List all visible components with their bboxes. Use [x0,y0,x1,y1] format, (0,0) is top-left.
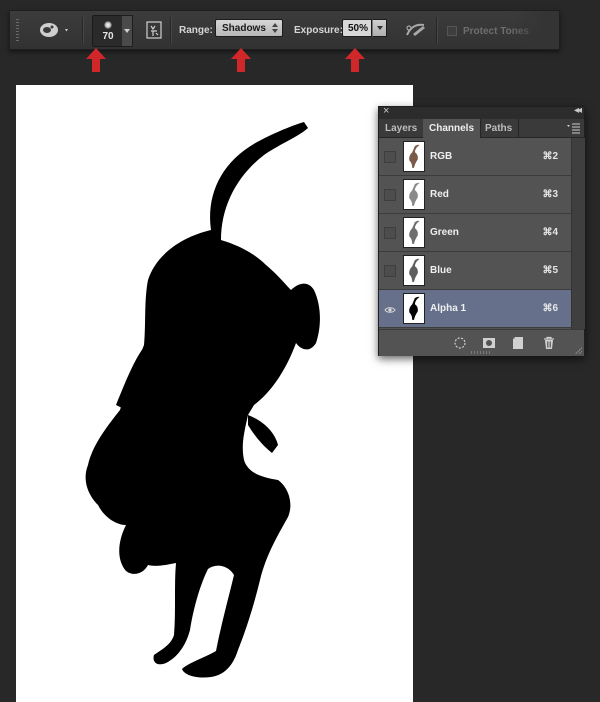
range-value: Shadows [222,23,266,34]
channel-thumbnail-blue [403,255,425,286]
channel-shortcut: ⌘3 [542,189,558,200]
separator [170,17,172,43]
load-selection-icon[interactable] [453,336,467,350]
collapse-panel-icon[interactable]: ◂◂ [574,105,582,116]
channel-row-rgb[interactable]: RGB ⌘2 [379,138,571,176]
channel-name: Green [430,227,459,238]
tab-layers[interactable]: Layers [379,119,425,137]
tab-paths[interactable]: Paths [479,119,520,137]
select-updown-icon [272,23,278,33]
close-icon[interactable]: × [383,105,389,117]
options-bar-fade [510,11,559,49]
separator [436,17,438,43]
exposure-arrow [345,48,365,72]
channel-name: Alpha 1 [430,303,467,314]
brush-preset-picker[interactable]: 70 [92,15,124,47]
channel-row-blue[interactable]: Blue ⌘5 [379,252,571,290]
visibility-toggle[interactable] [384,227,396,239]
channel-shortcut: ⌘4 [542,227,558,238]
dodge-burn-sponge-tool-icon[interactable] [38,20,72,40]
brush-picker-dropdown-button[interactable] [122,15,133,47]
panel-title-bar[interactable]: × ◂◂ [379,105,584,119]
channel-name: Blue [430,265,452,276]
channel-thumbnail-alpha-1 [403,293,425,324]
range-select[interactable]: Shadows [215,19,283,37]
channel-shortcut: ⌘2 [542,151,558,162]
exposure-label: Exposure: [294,25,343,36]
panel-tabs: Layers Channels Paths [379,119,584,138]
channel-list-scrollbar[interactable] [571,138,585,329]
channel-list: RGB ⌘2 Red ⌘3 Green ⌘4 Blue ⌘5 Alpha 1 ⌘… [379,138,571,328]
visibility-toggle[interactable] [384,265,396,277]
exposure-dropdown-button[interactable] [372,19,387,37]
airbrush-icon[interactable] [405,22,427,38]
panel-resize-corner[interactable] [575,347,582,354]
brush-panel-toggle-icon[interactable] [146,21,162,39]
brush-tip-icon [104,21,112,29]
separator [82,17,84,43]
protect-tones-checkbox[interactable] [447,26,457,36]
exposure-input[interactable]: 50% [342,19,372,37]
options-bar-grip[interactable] [16,19,19,41]
monkey-silhouette-alpha-image [85,122,320,678]
visibility-toggle[interactable] [384,189,396,201]
channel-name: Red [430,189,449,200]
channel-thumbnail-green [403,217,425,248]
tab-channels[interactable]: Channels [423,119,482,138]
options-bar: 70 Range: Shadows Exposure: 50% Protect … [9,10,560,50]
brush-size-value: 70 [102,31,114,42]
channel-name: RGB [430,151,453,162]
channel-shortcut: ⌘5 [542,265,558,276]
delete-channel-icon[interactable] [542,336,556,350]
channel-row-red[interactable]: Red ⌘3 [379,176,571,214]
channel-row-alpha-1[interactable]: Alpha 1 ⌘6 [379,290,571,328]
range-arrow [231,48,251,72]
panel-menu-icon[interactable] [567,122,580,134]
document-canvas[interactable] [16,85,413,702]
new-channel-icon[interactable] [512,336,526,350]
channel-thumbnail-rgb [403,141,425,172]
visibility-toggle[interactable] [384,151,396,163]
brush-size-arrow [86,48,106,72]
channel-shortcut: ⌘6 [542,303,558,314]
channel-thumbnail-red [403,179,425,210]
channel-row-green[interactable]: Green ⌘4 [379,214,571,252]
save-selection-icon[interactable] [482,336,496,350]
panel-footer [379,329,584,356]
eye-icon[interactable] [384,303,396,315]
panel-resize-grabber[interactable] [471,351,491,354]
range-label: Range: [179,25,213,36]
channels-panel: × ◂◂ Layers Channels Paths RGB ⌘2 Red ⌘3 [378,105,585,356]
